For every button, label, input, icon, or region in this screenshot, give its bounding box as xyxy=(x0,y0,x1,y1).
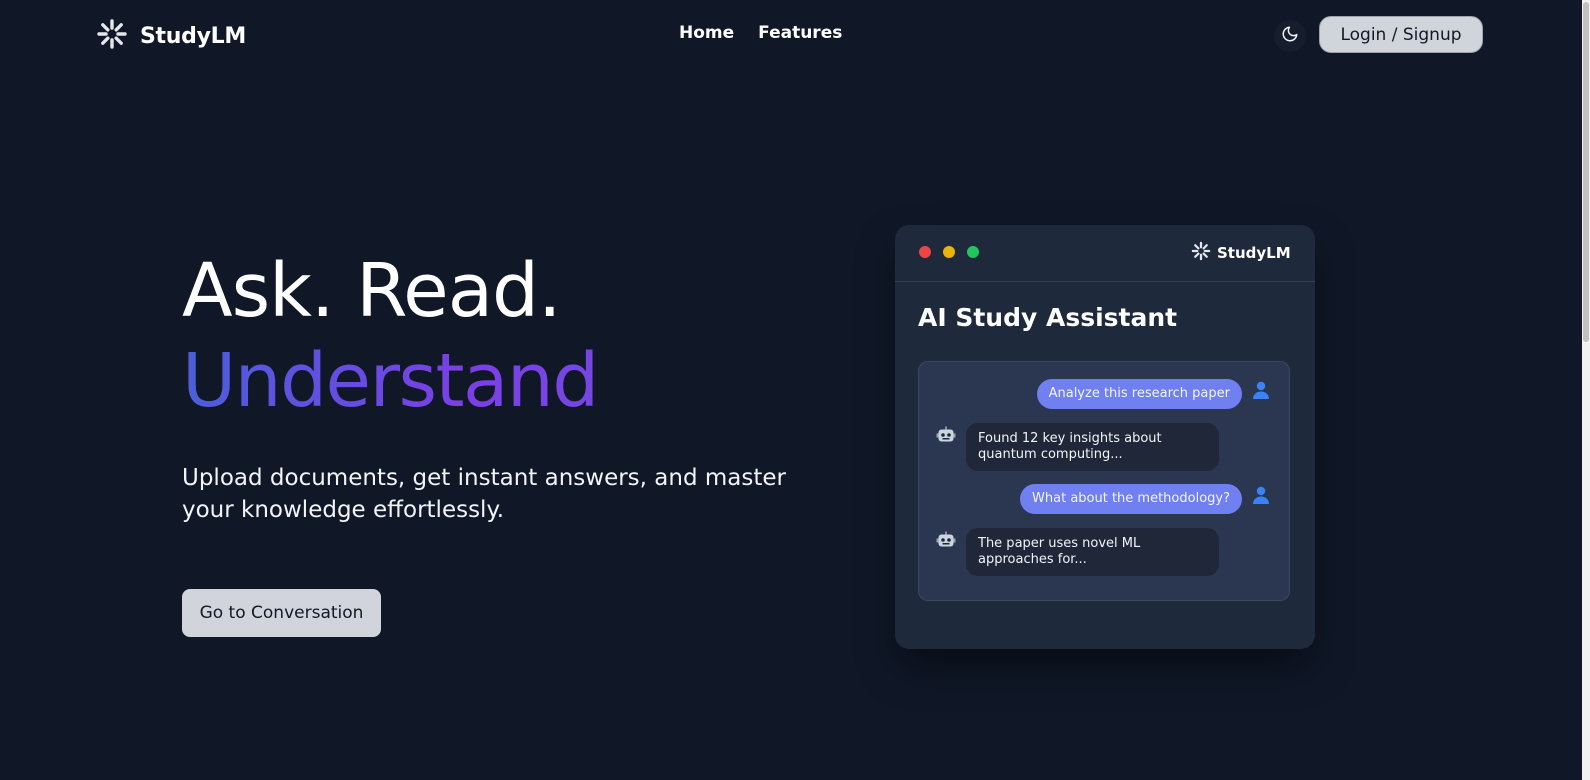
theme-toggle-button[interactable] xyxy=(1274,20,1306,52)
navbar: StudyLM Home Features Login / Signup xyxy=(0,0,1566,70)
go-to-conversation-button[interactable]: Go to Conversation xyxy=(182,589,381,637)
spinner-logo-icon xyxy=(96,18,128,54)
nav-link-home[interactable]: Home xyxy=(679,23,734,43)
window-close-dot xyxy=(919,246,931,258)
login-signup-button[interactable]: Login / Signup xyxy=(1319,16,1483,53)
user-avatar-icon xyxy=(1251,380,1271,405)
hero-heading: Ask. Read. Understand xyxy=(182,246,822,426)
robot-icon xyxy=(936,531,956,556)
bot-message: Found 12 key insights about quantum comp… xyxy=(966,423,1219,471)
assistant-title: AI Study Assistant xyxy=(918,303,1178,332)
brand-name: StudyLM xyxy=(140,23,246,49)
window-maximize-dot xyxy=(967,246,979,258)
assistant-preview-window: StudyLM AI Study Assistant Analyze this … xyxy=(895,225,1315,649)
user-avatar-icon xyxy=(1251,485,1271,510)
window-title-bar: StudyLM xyxy=(895,225,1315,282)
nav-links: Home Features xyxy=(679,23,842,43)
page-scrollbar-thumb[interactable] xyxy=(1583,2,1589,342)
user-message: What about the methodology? xyxy=(1020,484,1242,514)
chat-panel: Analyze this research paper Found 12 key… xyxy=(918,361,1290,601)
robot-icon xyxy=(936,426,956,451)
bot-message: The paper uses novel ML approaches for..… xyxy=(966,528,1219,576)
mockup-brand-name: StudyLM xyxy=(1217,244,1291,262)
brand-logo[interactable]: StudyLM xyxy=(96,18,246,54)
user-message: Analyze this research paper xyxy=(1036,379,1242,409)
hero-title-line1: Ask. Read. xyxy=(182,248,562,334)
hero-subtitle: Upload documents, get instant answers, a… xyxy=(182,465,786,523)
nav-link-features[interactable]: Features xyxy=(758,23,842,43)
moon-icon xyxy=(1281,25,1299,47)
window-minimize-dot xyxy=(943,246,955,258)
mockup-brand: StudyLM xyxy=(1191,241,1291,265)
hero-title-line2: Understand xyxy=(182,336,822,426)
spinner-logo-icon xyxy=(1191,241,1211,265)
